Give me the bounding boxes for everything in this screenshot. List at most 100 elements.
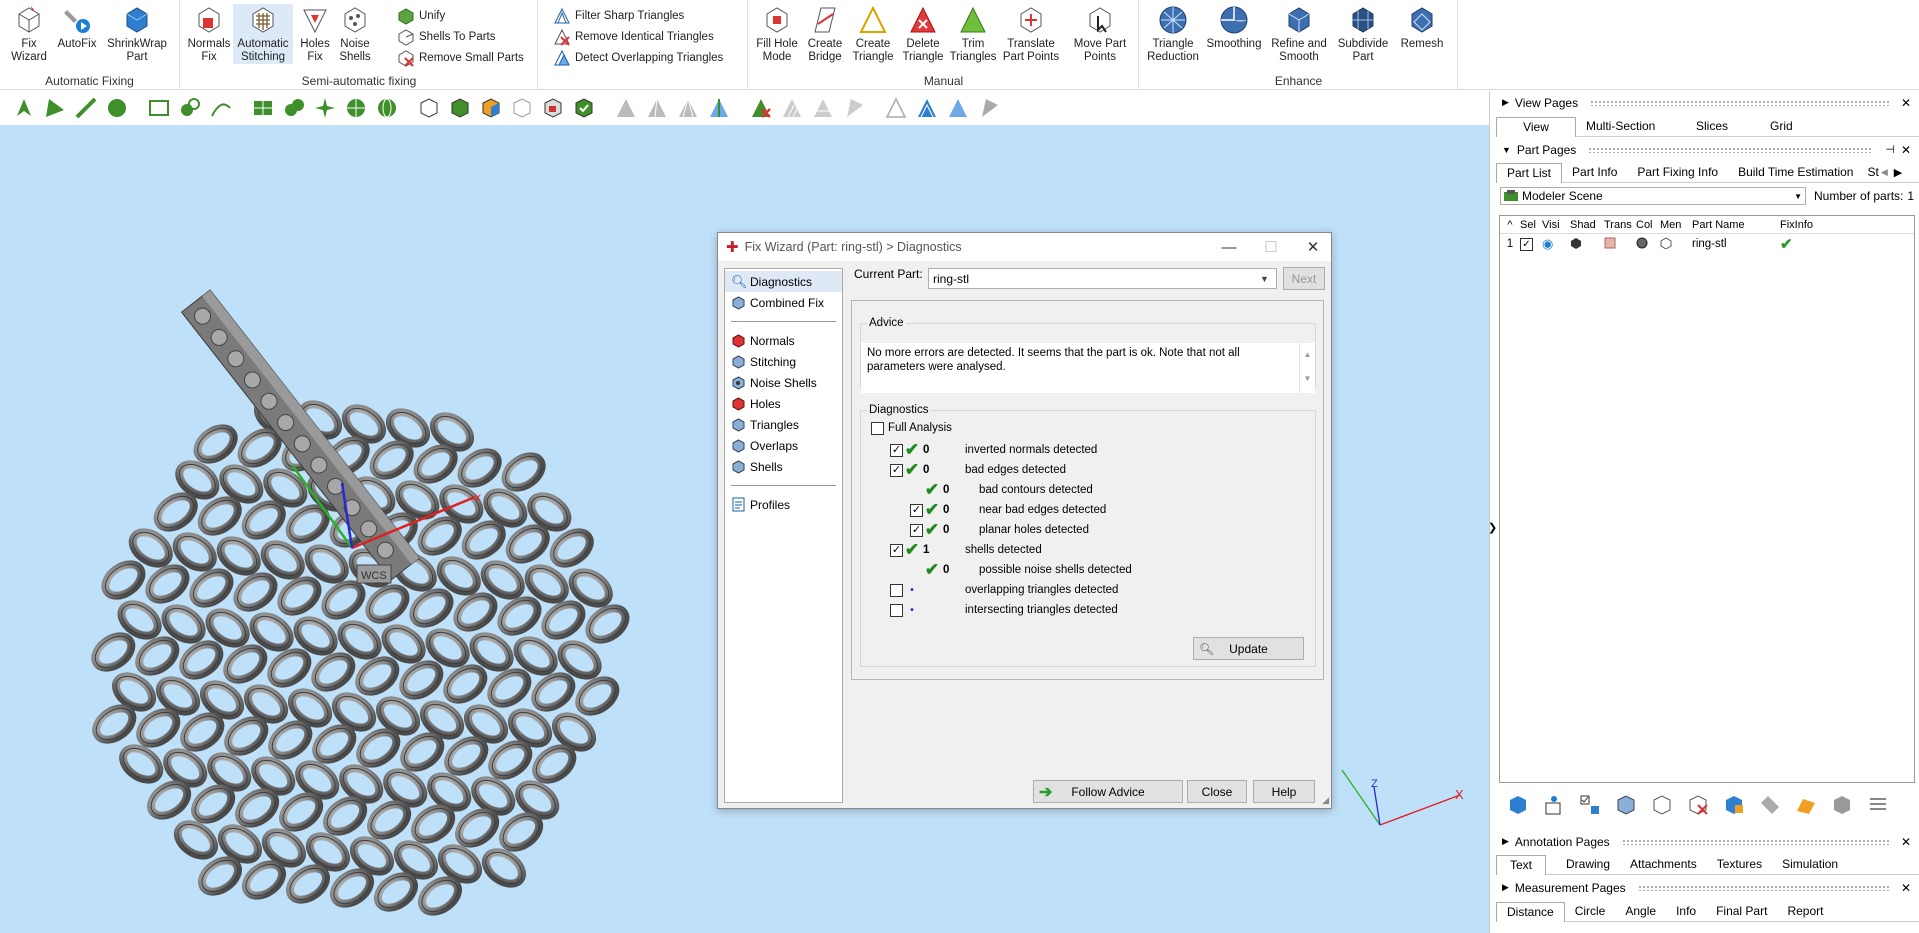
view-pages-header[interactable]: ▶ View Pages ✕ — [1496, 93, 1919, 112]
shading-icon[interactable] — [1570, 237, 1604, 252]
col-visible[interactable]: Visi — [1542, 219, 1570, 231]
triangle-tool-6[interactable] — [809, 94, 837, 122]
normals-fix-button[interactable]: Normals Fix — [187, 4, 231, 64]
diagnostic-checkbox[interactable]: ✓ — [890, 463, 903, 477]
help-button[interactable]: Help — [1253, 780, 1315, 803]
load-part-icon[interactable] — [1504, 791, 1532, 819]
remove-part-icon[interactable] — [1684, 791, 1712, 819]
panel-close-icon[interactable]: ✕ — [1901, 835, 1911, 849]
noise-shells-button[interactable]: Noise Shells — [337, 4, 373, 64]
diagnostic-checkbox[interactable]: ✓ — [910, 523, 923, 537]
checkbox[interactable] — [871, 421, 884, 435]
triangle-tool-3[interactable] — [674, 94, 702, 122]
triangle-tool-11[interactable] — [975, 94, 1003, 122]
diagnostic-checkbox[interactable] — [890, 603, 903, 617]
advice-scrollbar[interactable]: ▲ ▼ — [1299, 343, 1315, 393]
mesh-tool-5[interactable] — [373, 94, 401, 122]
mesh-tool-4[interactable] — [342, 94, 370, 122]
tab-text[interactable]: Text — [1496, 855, 1546, 875]
triangle-tool-8[interactable] — [882, 94, 910, 122]
nav-item-profiles[interactable]: Profiles — [725, 494, 842, 515]
dialog-close-icon[interactable]: ✕ — [1295, 233, 1331, 261]
tab-drawing[interactable]: Drawing — [1546, 855, 1620, 875]
table-row[interactable]: 1 ✓ ◉ ring-stl ✔ — [1500, 234, 1914, 254]
panel-close-icon[interactable]: ✕ — [1901, 96, 1911, 110]
tab-scroll-left-icon[interactable]: ◀ — [1881, 163, 1888, 182]
color-icon[interactable] — [1636, 237, 1660, 252]
mesh-tool-3[interactable] — [311, 94, 339, 122]
col-shading[interactable]: Shad — [1570, 219, 1604, 231]
panel-close-icon[interactable]: ✕ — [1901, 881, 1911, 895]
tab-build-time-estimation[interactable]: Build Time Estimation — [1728, 163, 1863, 183]
triangle-tool-9[interactable] — [913, 94, 941, 122]
shells-to-parts-button[interactable]: Shells To Parts — [397, 27, 496, 47]
parts-icon-1[interactable] — [1612, 791, 1640, 819]
cube-view-5[interactable] — [539, 94, 567, 122]
select-plane-tool[interactable] — [145, 94, 173, 122]
select-all-icon[interactable] — [1576, 791, 1604, 819]
diagnostic-checkbox[interactable]: ✓ — [890, 443, 903, 457]
tab-angle[interactable]: Angle — [1615, 902, 1666, 922]
filter-sharp-triangles-button[interactable]: Filter Sharp Triangles — [553, 6, 684, 26]
tab-view[interactable]: View — [1496, 117, 1576, 137]
tab-multi-section[interactable]: Multi-Section — [1576, 117, 1676, 137]
col-transparency[interactable]: Trans — [1604, 219, 1636, 231]
mesh-icon[interactable] — [1660, 236, 1692, 252]
measurement-pages-header[interactable]: ▶ Measurement Pages ✕ — [1496, 878, 1919, 897]
visibility-tool-icon[interactable] — [1540, 791, 1568, 819]
cube-view-6[interactable] — [570, 94, 598, 122]
triangle-tool-2[interactable] — [643, 94, 671, 122]
delete-triangle-button[interactable]: Delete Triangle — [901, 4, 945, 64]
select-shell-tool[interactable] — [176, 94, 204, 122]
fix-wizard-button[interactable]: Fix Wizard — [6, 4, 52, 64]
pin-icon[interactable]: ⊣ — [1885, 143, 1895, 156]
current-part-select[interactable]: ring-stl ▼ — [928, 268, 1277, 289]
tab-circle[interactable]: Circle — [1565, 902, 1616, 922]
create-bridge-button[interactable]: Create Bridge — [803, 4, 847, 64]
select-surface-tool[interactable] — [103, 94, 131, 122]
nav-item-overlaps[interactable]: Overlaps — [725, 435, 842, 456]
select-arrow-tool[interactable] — [10, 94, 38, 122]
nav-item-diagnostics[interactable]: 🔍︎ Diagnostics — [725, 271, 842, 292]
mesh-tool-1[interactable] — [249, 94, 277, 122]
mesh-tool-2[interactable] — [280, 94, 308, 122]
create-triangle-button[interactable]: Create Triangle — [849, 4, 897, 64]
tab-slices[interactable]: Slices — [1676, 117, 1756, 137]
diagnostic-checkbox[interactable] — [890, 583, 903, 597]
transparency-icon[interactable] — [1604, 237, 1636, 252]
tab-overflow[interactable]: St — [1863, 163, 1880, 183]
maximize-icon[interactable]: ☐ — [1253, 233, 1289, 261]
triangle-tool-10[interactable] — [944, 94, 972, 122]
label-tool-2-icon[interactable] — [1792, 791, 1820, 819]
move-part-points-button[interactable]: Move Part Points — [1069, 4, 1131, 64]
nav-item-triangles[interactable]: Triangles — [725, 414, 842, 435]
tab-report[interactable]: Report — [1777, 902, 1833, 922]
tab-scroll-right-icon[interactable]: ▶ — [1888, 163, 1902, 182]
col-mesh[interactable]: Men — [1660, 219, 1692, 231]
fill-hole-mode-button[interactable]: Fill Hole Mode — [753, 4, 801, 64]
minimize-icon[interactable]: — — [1211, 233, 1247, 261]
triangle-tool-5[interactable] — [778, 94, 806, 122]
smoothing-button[interactable]: Smoothing — [1204, 4, 1264, 51]
tab-distance[interactable]: Distance — [1496, 902, 1565, 922]
select-curve-tool[interactable] — [207, 94, 235, 122]
tab-part-list[interactable]: Part List — [1496, 163, 1563, 183]
dialog-titlebar[interactable]: ✚ Fix Wizard (Part: ring-stl) > Diagnost… — [718, 233, 1331, 261]
tab-grid[interactable]: Grid — [1756, 117, 1826, 137]
col-color[interactable]: Col — [1636, 219, 1660, 231]
triangle-reduction-button[interactable]: Triangle Reduction — [1144, 4, 1202, 64]
col-fixinfo[interactable]: FixInfo — [1780, 219, 1840, 231]
tab-attachments[interactable]: Attachments — [1620, 855, 1707, 875]
cube-view-3[interactable] — [477, 94, 505, 122]
refine-and-smooth-button[interactable]: Refine and Smooth — [1268, 4, 1330, 64]
cube-view-2[interactable] — [446, 94, 474, 122]
nav-item-combined-fix[interactable]: Combined Fix — [725, 292, 842, 313]
nav-item-stitching[interactable]: Stitching — [725, 351, 842, 372]
remesh-button[interactable]: Remesh — [1396, 4, 1448, 51]
nav-item-shells[interactable]: Shells — [725, 456, 842, 477]
parts-icon-3[interactable] — [1720, 791, 1748, 819]
col-sort[interactable]: ^ — [1500, 219, 1520, 231]
autofix-button[interactable]: AutoFix — [54, 4, 100, 51]
remove-identical-triangles-button[interactable]: Remove Identical Triangles — [553, 27, 714, 47]
close-button[interactable]: Close — [1187, 780, 1247, 803]
